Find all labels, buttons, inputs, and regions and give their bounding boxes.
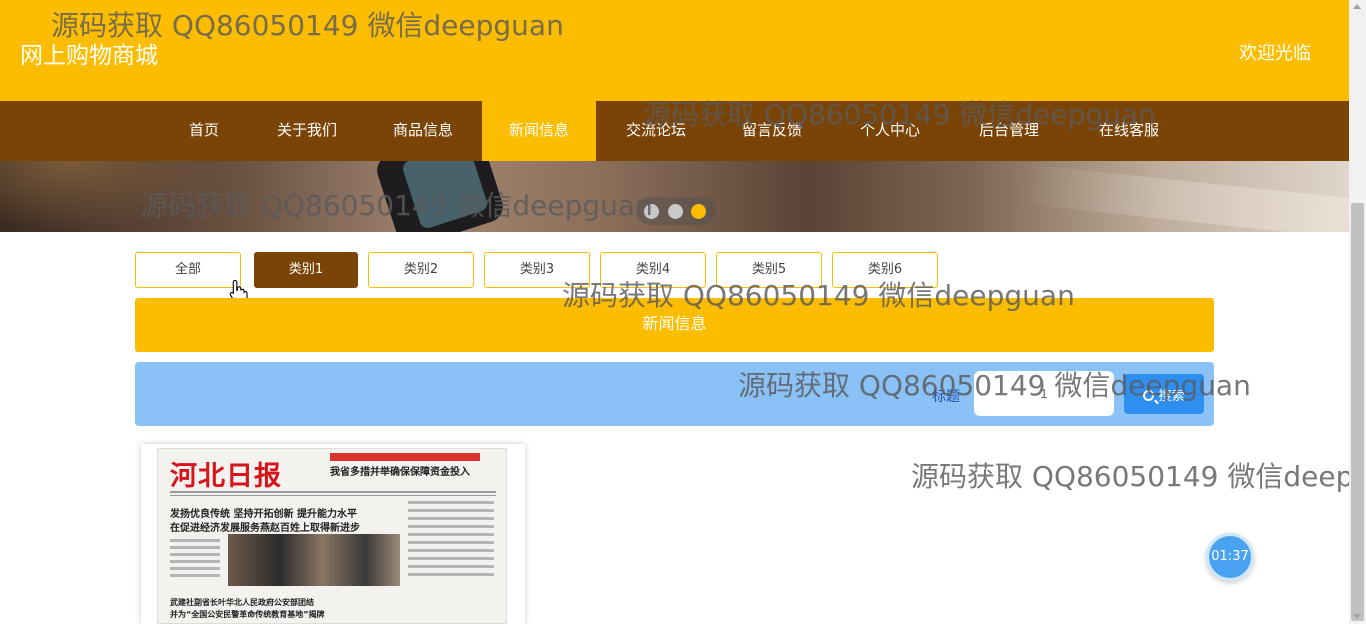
category-2-button[interactable]: 类别2 [368, 252, 474, 288]
carousel-indicators [636, 197, 716, 225]
newspaper-headline: 在促进经济发展服务燕赵百姓上取得新进步 [170, 523, 360, 534]
carousel-dot-3[interactable] [691, 204, 706, 219]
category-5-button[interactable]: 类别5 [716, 252, 822, 288]
nav-item-home[interactable]: 首页 [171, 101, 237, 161]
newspaper-masthead: 河北日报 [170, 461, 282, 492]
site-header: 网上购物商城 欢迎光临 [0, 0, 1349, 101]
nav-item-news[interactable]: 新闻信息 [482, 101, 596, 161]
main-nav: 首页 关于我们 商品信息 新闻信息 交流论坛 留言反馈 个人中心 后台管理 在线… [0, 101, 1349, 161]
category-6-button[interactable]: 类别6 [832, 252, 938, 288]
news-thumbnail-image: 河北日报 我省多措并举确保保障资金投入 发扬优良传统 坚持开拓创新 提升能力水平… [157, 448, 507, 624]
nav-item-products[interactable]: 商品信息 [381, 101, 465, 161]
nav-item-profile[interactable]: 个人中心 [848, 101, 932, 161]
search-button[interactable]: 搜索 [1124, 374, 1204, 414]
category-3-button[interactable]: 类别3 [484, 252, 590, 288]
category-all-button[interactable]: 全部 [135, 252, 241, 288]
section-title: 新闻信息 [135, 298, 1214, 352]
newspaper-headline: 武建社副省长叶华北人民政府公安部团结 [170, 598, 314, 607]
scroll-up-arrow-icon[interactable] [1353, 4, 1361, 9]
nav-item-customer-service[interactable]: 在线客服 [1087, 101, 1171, 161]
nav-item-feedback[interactable]: 留言反馈 [730, 101, 814, 161]
search-title-label: 标题 [932, 389, 960, 405]
welcome-text: 欢迎光临 [1239, 43, 1311, 64]
carousel-dot-2[interactable] [668, 204, 683, 219]
news-card[interactable]: 河北日报 我省多措并举确保保障资金投入 发扬优良传统 坚持开拓创新 提升能力水平… [141, 444, 525, 624]
carousel-dot-1[interactable] [644, 204, 659, 219]
nav-item-forum[interactable]: 交流论坛 [614, 101, 698, 161]
nav-item-about[interactable]: 关于我们 [265, 101, 349, 161]
newspaper-headline: 发扬优良传统 坚持开拓创新 提升能力水平 [170, 509, 357, 520]
newspaper-headline: 并为“全国公安民警革命传统教育基地”揭牌 [170, 610, 325, 619]
search-icon [1143, 389, 1155, 401]
category-1-button[interactable]: 类别1 [254, 252, 358, 288]
search-button-label: 搜索 [1158, 387, 1185, 403]
site-title: 网上购物商城 [20, 43, 158, 69]
scrollbar-thumb[interactable] [1351, 203, 1364, 621]
newspaper-photo [228, 534, 400, 586]
newspaper-subhead: 我省多措并举确保保障资金投入 [330, 467, 470, 478]
floating-timer-button[interactable]: 01:37 [1206, 533, 1254, 581]
nav-item-admin[interactable]: 后台管理 [967, 101, 1051, 161]
search-input[interactable] [974, 371, 1114, 416]
scroll-down-arrow-icon[interactable] [1353, 614, 1361, 619]
watermark-text: 源码获取 QQ86050149 微信deepguan [911, 460, 1366, 493]
category-4-button[interactable]: 类别4 [600, 252, 706, 288]
